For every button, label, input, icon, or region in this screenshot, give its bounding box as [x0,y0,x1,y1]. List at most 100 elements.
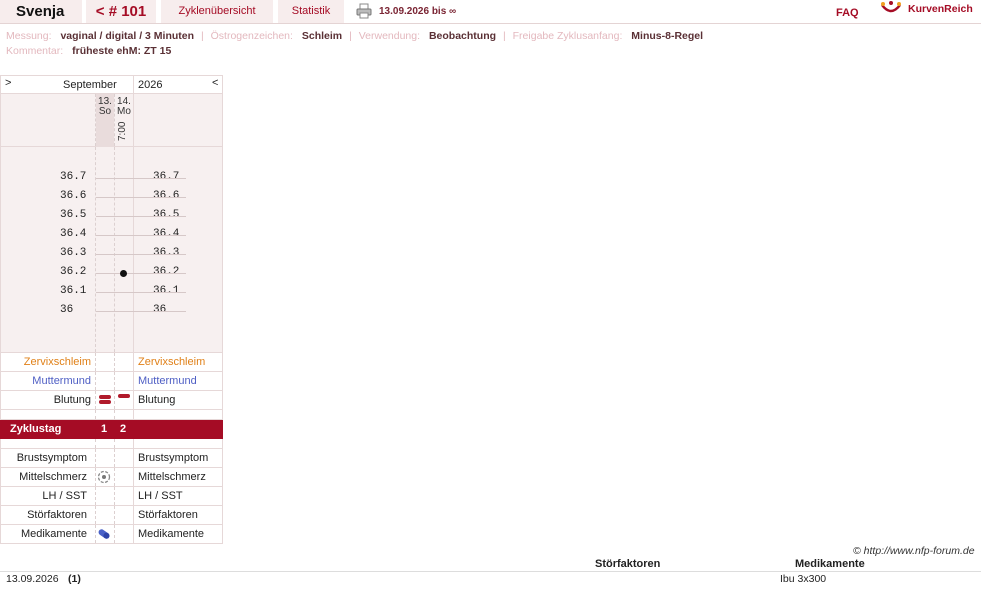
divider [133,468,134,486]
divider [95,506,96,524]
separator: | [502,30,506,42]
row-cervix: Muttermund Muttermund [0,372,223,391]
measurement-value: vaginal / digital / 3 Minuten [60,30,195,42]
year-label: 2026 [138,79,163,91]
cycle-overview-tab[interactable]: Zyklenübersicht [161,0,273,23]
row-label: LH / SST [42,490,87,502]
divider [114,487,115,505]
temp-scale-label: 36.7 [60,171,87,183]
temp-scale-label: 36.7 [153,171,180,183]
divider [95,410,96,419]
divider [114,468,115,486]
entry-medication: Ibu 3x300 [780,573,827,585]
estrogen-value: Schleim [301,30,343,42]
spacer-row [0,439,223,449]
temp-scale-label: 36.2 [60,266,87,278]
divider [133,410,134,419]
divider [133,353,134,371]
divider [95,525,96,543]
divider [95,449,96,467]
row-disturbance: Störfaktoren Störfaktoren [0,506,223,525]
divider [114,449,115,467]
bleed-bar [99,395,111,399]
temp-scale-label: 36.5 [60,209,87,221]
divider [95,487,96,505]
mittelschmerz-icon[interactable] [97,470,111,484]
divider [133,94,134,146]
temp-scale-label: 36.1 [60,285,87,297]
cycle-number-tab[interactable]: < # 101 [86,0,156,23]
user-name-tab[interactable]: Svenja [0,0,82,23]
day-weekday: Mo [117,106,131,117]
temp-gridline [96,235,186,236]
notes-table: Störfaktoren Medikamente 13.09.2026 (1) … [0,557,981,587]
month-label: September [63,79,117,91]
row-label: Muttermund [32,375,91,387]
divider [114,391,115,409]
faq-link[interactable]: FAQ [836,2,859,25]
comment-line: Kommentar: früheste ehM: ZT 15 [6,44,171,58]
temp-scale-label: 36.1 [153,285,180,297]
pill-icon[interactable] [97,528,111,540]
divider [133,391,134,409]
row-label: Störfaktoren [27,509,87,521]
row-label: Brustsymptom [138,452,209,464]
temp-gridline [96,178,186,179]
temperature-point[interactable] [120,269,127,277]
row-label: Blutung [53,394,91,406]
statistics-tab[interactable]: Statistik [278,0,344,23]
column-header-disturbance: Störfaktoren [595,558,661,570]
top-navigation-bar: Svenja < # 101 Zyklenübersicht Statistik… [0,0,981,24]
comment-label: Kommentar: [6,45,64,57]
temp-gridline [96,197,186,198]
divider [133,449,134,467]
cycle-day-value: 1 [100,423,108,435]
next-month-arrow[interactable]: < [212,77,218,89]
row-label: Störfaktoren [138,509,198,521]
comment-value: früheste ehM: ZT 15 [72,45,172,57]
heavy-bleeding-icon[interactable] [98,394,112,405]
temp-scale-label: 36.5 [153,209,180,221]
row-label: Blutung [138,394,176,406]
row-cervical-mucus: Zervixschleim Zervixschleim [0,353,223,372]
row-label: Mittelschmerz [138,471,206,483]
entry-date: 13.09.2026 [6,573,59,585]
temperature-area: 36.7 36.7 36.6 36.6 36.5 36.5 36.4 36.4 36.3 36.3… [0,147,223,353]
row-lh-test: LH / SST LH / SST [0,487,223,506]
row-label: Medikamente [20,528,87,540]
divider [114,525,115,543]
row-label: Muttermund [138,375,197,387]
cycle-day-value: 2 [119,423,127,435]
row-label: Mittelschmerz [19,471,87,483]
temp-gridline [96,311,186,312]
temp-scale-label: 36.4 [60,228,87,240]
row-label: LH / SST [138,490,183,502]
row-mittelschmerz: Mittelschmerz Mittelschmerz [0,468,223,487]
temp-scale-label: 36 [60,304,74,316]
measurement-label: Messung: [6,30,52,42]
cycle-chart: > September 2026 < 13. So 14. Mo 7:00 36… [0,75,223,545]
temp-scale-label: 36.3 [153,247,180,259]
divider [114,506,115,524]
entry-count: (1) [68,573,81,585]
row-label: Brustsymptom [16,452,87,464]
divider [95,439,96,448]
bleeding-icon[interactable] [117,393,131,399]
divider [133,372,134,390]
spacer-row [0,410,223,420]
prev-month-arrow[interactable]: > [5,77,11,89]
day-column-13[interactable]: 13. So [96,94,114,147]
divider [95,468,96,486]
release-value: Minus-8-Regel [631,30,704,42]
bleed-bar [118,394,130,398]
printer-icon[interactable] [356,3,372,19]
divider [133,525,134,543]
column-header-medication: Medikamente [795,558,865,570]
row-medication: Medikamente Medikamente [0,525,223,544]
temp-scale-label: 36.2 [153,266,180,278]
divider [95,353,96,371]
estrogen-label: Östrogenzeichen: [210,30,293,42]
copyright-notice: © http://www.nfp-forum.de [853,545,975,557]
divider [95,372,96,390]
cycle-settings-line: Messung: vaginal / digital / 3 Minuten |… [6,29,703,43]
